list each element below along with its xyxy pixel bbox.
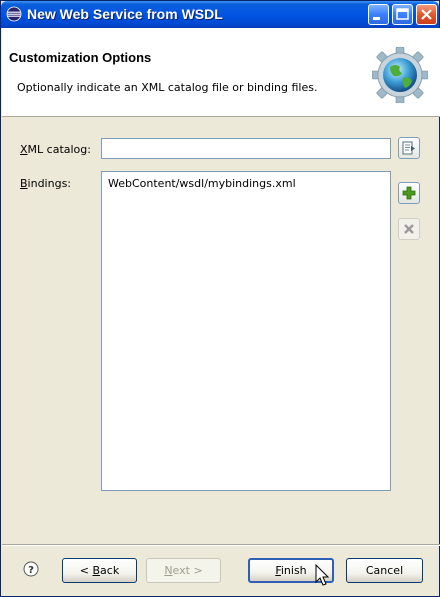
wizard-window: New Web Service from WSDL Customization …	[0, 0, 440, 597]
add-icon	[402, 186, 416, 200]
browse-catalog-button[interactable]	[398, 137, 420, 159]
eclipse-icon	[6, 6, 22, 22]
help-icon[interactable]: ?	[23, 561, 39, 577]
page-title: Customization Options	[9, 50, 152, 65]
window-title: New Web Service from WSDL	[27, 6, 223, 22]
minimize-button[interactable]	[368, 4, 389, 25]
xml-catalog-label: XML catalog:	[20, 143, 91, 156]
maximize-button[interactable]	[392, 4, 413, 25]
add-binding-button[interactable]	[398, 182, 420, 204]
page-description: Optionally indicate an XML catalog file …	[17, 81, 318, 94]
title-bar[interactable]: New Web Service from WSDL	[1, 1, 439, 28]
minimize-icon	[373, 17, 380, 20]
globe-wizard-icon	[372, 47, 428, 103]
xml-catalog-input[interactable]	[101, 138, 391, 159]
back-button[interactable]: < Back	[62, 558, 137, 583]
close-icon	[421, 9, 432, 20]
mouse-pointer-icon	[315, 564, 330, 586]
wizard-header: Customization Options Optionally indicat…	[2, 28, 440, 117]
next-button[interactable]: Next >	[146, 558, 221, 583]
maximize-icon	[396, 8, 409, 20]
bindings-list[interactable]: WebContent/wsdl/mybindings.xml	[101, 171, 391, 491]
svg-text:?: ?	[28, 565, 34, 576]
cancel-button[interactable]: Cancel	[346, 558, 423, 583]
remove-binding-button[interactable]	[398, 218, 420, 240]
bindings-label: Bindings:	[20, 177, 72, 190]
remove-icon	[404, 224, 414, 234]
footer-separator	[2, 544, 440, 546]
list-item[interactable]: WebContent/wsdl/mybindings.xml	[108, 177, 296, 190]
browse-icon	[402, 141, 415, 155]
close-button[interactable]	[416, 4, 437, 25]
